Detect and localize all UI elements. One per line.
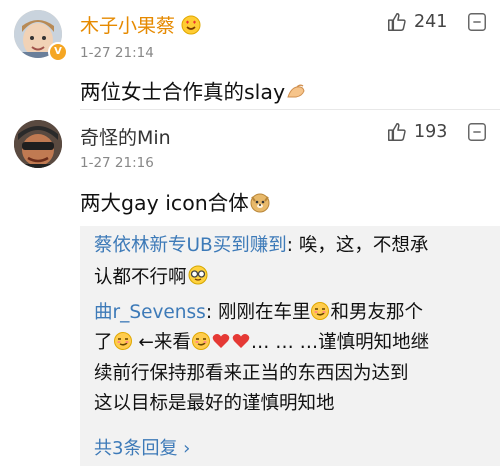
replies-panel: 蔡依林新专UB买到赚到: 唉，这，不想承 认都不行啊 曲r_Sevenss: 刚… xyxy=(80,226,500,466)
reply-text: 续前行保持那看来正当的东西因为达到 xyxy=(94,363,409,384)
reply-item[interactable]: 蔡依林新专UB买到赚到: 唉，这，不想承 xyxy=(94,234,428,258)
reply-text: ←来看 xyxy=(132,332,191,353)
reply-text-line: 续前行保持那看来正当的东西因为达到 xyxy=(94,362,409,386)
like-count: 241 xyxy=(414,12,448,32)
comment-text: 两位女士合作真的slay xyxy=(80,75,307,107)
like-button[interactable]: 193 xyxy=(386,119,447,145)
smirk-emoji xyxy=(191,331,211,358)
reply-text-line: 这以目标是最好的谨慎明知地 xyxy=(94,392,335,416)
verified-badge: V xyxy=(48,42,68,62)
reply-text: … … …谨慎明知地继 xyxy=(250,332,430,353)
comment-text-content: 两大gay icon合体 xyxy=(80,191,249,215)
avatar-image xyxy=(14,120,62,168)
red-heart-emoji xyxy=(231,331,251,358)
view-more-replies-link[interactable]: 共3条回复 › xyxy=(94,434,190,460)
like-count: 193 xyxy=(414,122,448,142)
nerd-glasses-emoji xyxy=(187,264,209,293)
comment-text-content: 两位女士合作真的slay xyxy=(80,80,286,104)
thumbs-up-icon xyxy=(388,123,406,141)
username[interactable]: 奇怪的Min xyxy=(80,123,171,150)
comment-time: 1-27 21:14 xyxy=(80,45,154,61)
smirk-emoji xyxy=(113,331,133,358)
reply-text: 这以目标是最好的谨慎明知地 xyxy=(94,393,335,414)
username[interactable]: 木子小果蔡 xyxy=(80,11,201,40)
doge-emoji xyxy=(249,191,271,218)
thumbs-up-icon xyxy=(388,13,406,31)
username-text: 木子小果蔡 xyxy=(80,15,176,37)
reply-item[interactable]: 曲r_Sevenss: 刚刚在车里 和男友那个 xyxy=(94,301,423,328)
red-heart-emoji xyxy=(211,331,231,358)
reply-author[interactable]: 曲r_Sevenss xyxy=(94,302,206,323)
comment-time: 1-27 21:16 xyxy=(80,155,154,171)
heart-eyes-emoji xyxy=(181,15,201,40)
reply-text-line: 认都不行啊 xyxy=(94,264,209,293)
comment-item: V 木子小果蔡 1-27 21:14 241 两位女士合作真的slay xyxy=(0,0,500,110)
reply-text: 和男友那个 xyxy=(330,302,423,323)
reply-text: 认都不行啊 xyxy=(94,267,187,288)
reply-text: : 刚刚在车里 xyxy=(205,302,311,323)
comment-text: 两大gay icon合体 xyxy=(80,186,271,218)
more-options-icon[interactable] xyxy=(466,121,488,143)
username-text: 奇怪的Min xyxy=(80,127,171,149)
like-button[interactable]: 241 xyxy=(386,9,447,35)
reply-author[interactable]: 蔡依林新专UB买到赚到 xyxy=(94,235,287,256)
smirk-emoji xyxy=(310,301,330,328)
pinching-hand-emoji xyxy=(285,80,307,107)
reply-text: : 唉，这，不想承 xyxy=(286,235,429,256)
avatar[interactable] xyxy=(14,120,62,168)
more-options-icon[interactable] xyxy=(466,11,488,33)
reply-text: 了 xyxy=(94,332,113,353)
reply-text-line: 了 ←来看 … … …谨慎明知地继 xyxy=(94,331,429,358)
